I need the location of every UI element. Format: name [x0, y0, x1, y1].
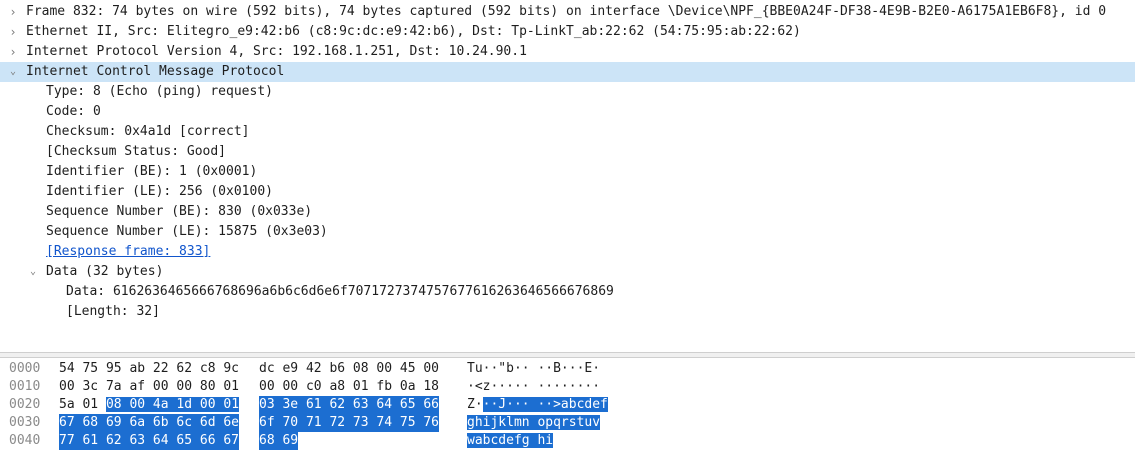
tree-item-label: Ethernet II, Src: Elitegro_e9:42:b6 (c8:… — [26, 24, 801, 39]
tree-item-data[interactable]: ⌄ Data (32 bytes) — [0, 262, 1135, 282]
tree-item-label: Data (32 bytes) — [46, 264, 164, 279]
tree-item-ipv4[interactable]: › Internet Protocol Version 4, Src: 192.… — [0, 42, 1135, 62]
bytes-row: 0010 00 3c 7a af 00 00 80 01 00 00 c0 a8… — [0, 378, 1135, 396]
ascii-bytes[interactable]: Z···J··· ··>abcdef — [467, 396, 608, 414]
field-text: [Checksum Status: Good] — [46, 144, 227, 159]
ascii-selected: wabcdefg hi — [467, 433, 554, 448]
tree-item-identifier-be[interactable]: Identifier (BE): 1 (0x0001) — [0, 162, 1135, 182]
ascii-bytes[interactable]: Tu··"b·· ··B···E· — [467, 360, 600, 378]
tree-item-seq-be[interactable]: Sequence Number (BE): 830 (0x033e) — [0, 202, 1135, 222]
bytes-row: 0020 5a 01 08 00 4a 1d 00 01 03 3e 61 62… — [0, 396, 1135, 414]
hex-bytes-selected[interactable]: 6f 70 71 72 73 74 75 76 — [259, 414, 440, 432]
tree-item-data-length[interactable]: [Length: 32] — [0, 302, 1135, 322]
tree-item-identifier-le[interactable]: Identifier (LE): 256 (0x0100) — [0, 182, 1135, 202]
response-frame-link[interactable]: [Response frame: 833] — [46, 242, 210, 262]
hex-bytes[interactable]: dc e9 42 b6 08 00 45 00 — [259, 360, 439, 378]
ascii-bytes[interactable]: wabcdefg hi — [467, 432, 554, 450]
tree-item-icmp-code[interactable]: Code: 0 — [0, 102, 1135, 122]
bytes-row: 0030 67 68 69 6a 6b 6c 6d 6e 6f 70 71 72… — [0, 414, 1135, 432]
bytes-row: 0000 54 75 95 ab 22 62 c8 9c dc e9 42 b6… — [0, 360, 1135, 378]
ascii-selected: ··J··· ··>abcdef — [482, 397, 608, 412]
hex-bytes-selected: 08 00 4a 1d 00 01 — [105, 397, 240, 412]
chevron-right-icon[interactable]: › — [6, 2, 20, 22]
tree-item-label: Internet Protocol Version 4, Src: 192.16… — [26, 44, 527, 59]
hex-bytes[interactable]: 00 00 c0 a8 01 fb 0a 18 — [259, 378, 439, 396]
field-text: [Length: 32] — [66, 304, 160, 319]
tree-item-response-frame[interactable]: [Response frame: 833] — [0, 242, 1135, 262]
tree-item-label: Frame 832: 74 bytes on wire (592 bits), … — [26, 4, 1107, 19]
hex-bytes[interactable]: 5a 01 08 00 4a 1d 00 01 — [59, 396, 240, 414]
field-text: Code: 0 — [46, 104, 101, 119]
field-text: Sequence Number (LE): 15875 (0x3e03) — [46, 224, 328, 239]
byte-offset: 0010 — [9, 379, 41, 394]
tree-item-label: Internet Control Message Protocol — [26, 64, 285, 79]
chevron-down-icon[interactable]: ⌄ — [6, 62, 20, 82]
byte-offset: 0040 — [9, 433, 41, 448]
chevron-right-icon[interactable]: › — [6, 22, 20, 42]
field-text: Type: 8 (Echo (ping) request) — [46, 84, 273, 99]
byte-offset: 0000 — [9, 361, 41, 376]
packet-bytes-pane: 0000 54 75 95 ab 22 62 c8 9c dc e9 42 b6… — [0, 357, 1135, 467]
tree-item-icmp-type[interactable]: Type: 8 (Echo (ping) request) — [0, 82, 1135, 102]
ascii-plain: Z· — [467, 397, 483, 412]
field-text: Data: 6162636465666768696a6b6c6d6e6f7071… — [66, 284, 614, 299]
packet-details-pane: › Frame 832: 74 bytes on wire (592 bits)… — [0, 0, 1135, 353]
field-text: Checksum: 0x4a1d [correct] — [46, 124, 250, 139]
ascii-bytes[interactable]: ·<z····· ········ — [467, 378, 600, 396]
byte-offset: 0030 — [9, 415, 41, 430]
hex-bytes-selected[interactable]: 77 61 62 63 64 65 66 67 — [59, 432, 240, 450]
field-text: Identifier (LE): 256 (0x0100) — [46, 184, 273, 199]
hex-bytes-plain: 5a 01 — [59, 397, 106, 412]
chevron-down-icon[interactable]: ⌄ — [26, 262, 40, 282]
tree-item-icmp[interactable]: ⌄ Internet Control Message Protocol — [0, 62, 1135, 82]
hex-bytes-selected[interactable]: 03 3e 61 62 63 64 65 66 — [259, 396, 440, 414]
tree-item-checksum[interactable]: Checksum: 0x4a1d [correct] — [0, 122, 1135, 142]
bytes-row: 0040 77 61 62 63 64 65 66 67 68 69 wabcd… — [0, 432, 1135, 450]
hex-bytes-selected[interactable]: 67 68 69 6a 6b 6c 6d 6e — [59, 414, 240, 432]
ascii-bytes[interactable]: ghijklmn opqrstuv — [467, 414, 601, 432]
tree-item-seq-le[interactable]: Sequence Number (LE): 15875 (0x3e03) — [0, 222, 1135, 242]
field-text: Identifier (BE): 1 (0x0001) — [46, 164, 258, 179]
tree-item-checksum-status[interactable]: [Checksum Status: Good] — [0, 142, 1135, 162]
ascii-selected: ghijklmn opqrstuv — [467, 415, 601, 430]
chevron-right-icon[interactable]: › — [6, 42, 20, 62]
hex-bytes-selected[interactable]: 68 69 — [259, 432, 299, 450]
byte-offset: 0020 — [9, 397, 41, 412]
tree-item-frame[interactable]: › Frame 832: 74 bytes on wire (592 bits)… — [0, 2, 1135, 22]
field-text: Sequence Number (BE): 830 (0x033e) — [46, 204, 313, 219]
tree-item-ethernet[interactable]: › Ethernet II, Src: Elitegro_e9:42:b6 (c… — [0, 22, 1135, 42]
hex-bytes[interactable]: 00 3c 7a af 00 00 80 01 — [59, 378, 239, 396]
tree-item-data-value[interactable]: Data: 6162636465666768696a6b6c6d6e6f7071… — [0, 282, 1135, 302]
hex-bytes[interactable]: 54 75 95 ab 22 62 c8 9c — [59, 360, 239, 378]
